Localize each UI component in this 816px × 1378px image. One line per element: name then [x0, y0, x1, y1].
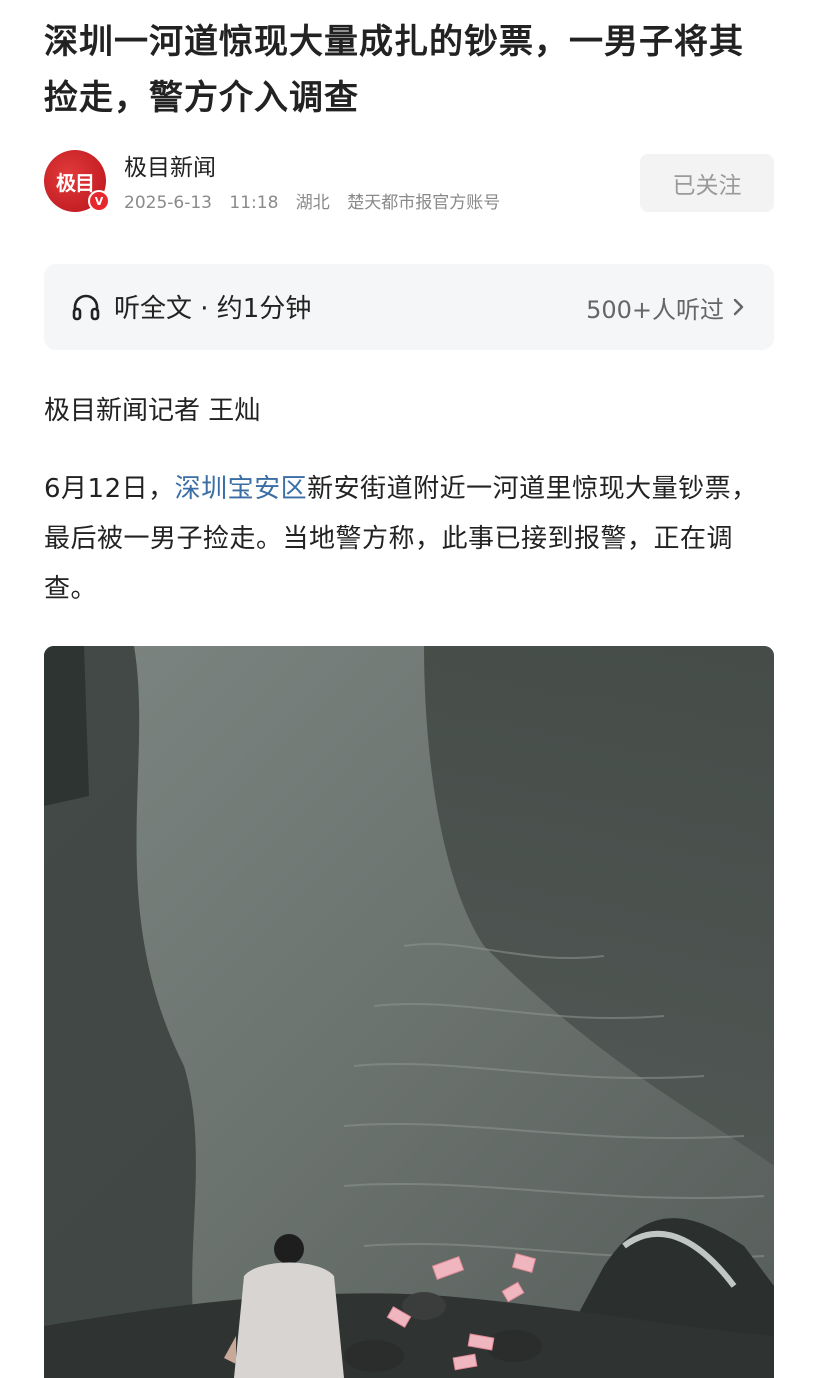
account-description: 楚天都市报官方账号: [347, 193, 501, 213]
listen-count: 500+人听过: [586, 296, 724, 324]
headphone-icon: [72, 294, 100, 321]
article-title: 深圳一河道惊现大量成扎的钞票，一男子将其捡走，警方介入调查: [44, 22, 744, 118]
publish-time: 11:18: [229, 193, 279, 213]
river-scene-image: [44, 646, 774, 1378]
listen-full-text-bar[interactable]: 听全文 · 约1分钟 500+人听过: [44, 264, 774, 350]
article-paragraph: 6月12日，深圳宝安区新安街道附近一河道里惊现大量钞票，最后被一男子捡走。当地警…: [44, 464, 774, 614]
author-row: 极目 V 极目新闻 2025-6-13 11:18 湖北 楚天都市报官方账号 已…: [44, 148, 774, 214]
reporter-byline: 极目新闻记者 王灿: [44, 396, 261, 426]
publish-meta: 2025-6-13 11:18 湖北 楚天都市报官方账号: [124, 188, 512, 213]
chevron-right-icon: [733, 298, 744, 316]
follow-button[interactable]: 已关注: [640, 154, 774, 212]
listen-label: 听全文 · 约1分钟: [114, 294, 312, 324]
publish-region: 湖北: [295, 193, 330, 213]
paragraph-date: 6月12日，: [44, 474, 175, 504]
avatar-logo-text: 极目: [56, 170, 95, 195]
publish-date: 2025-6-13: [124, 193, 212, 213]
news-photo[interactable]: [44, 646, 774, 1378]
verified-badge-icon: V: [88, 190, 110, 212]
author-name[interactable]: 极目新闻: [124, 148, 216, 182]
location-link[interactable]: 深圳宝安区: [175, 474, 308, 504]
